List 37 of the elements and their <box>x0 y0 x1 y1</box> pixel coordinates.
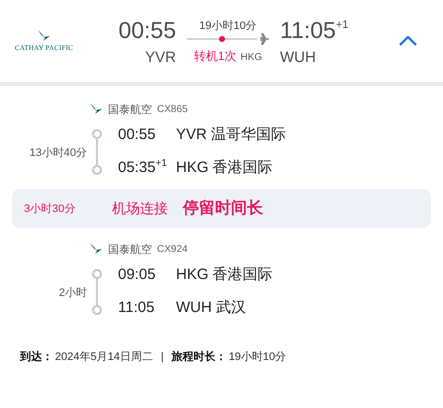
bird-logo-icon <box>89 243 103 255</box>
total-duration: 19小时10分 <box>199 18 257 32</box>
airline-name: 国泰航空 <box>108 242 152 256</box>
flight-number: CX924 <box>157 244 188 254</box>
arrival-label: 到达： <box>20 350 53 364</box>
total-duration-value: 19小时10分 <box>228 350 286 364</box>
arrival-date: 2024年5月14日周二 <box>55 350 153 364</box>
timeline-drawing <box>91 128 103 176</box>
day-offset: +1 <box>336 18 348 30</box>
transfer-type: 机场连接 <box>112 200 168 218</box>
transfer-note: 停留时间长 <box>183 198 263 219</box>
airport-name: WUH 武汉 <box>176 298 246 317</box>
separator: | <box>160 350 164 362</box>
bird-logo-icon <box>37 30 51 42</box>
day-offset: +1 <box>156 159 167 169</box>
stop-time: 00:55 <box>118 126 156 143</box>
arrival-code: WUH <box>280 48 316 66</box>
chevron-icon <box>399 36 417 46</box>
airport-name: YVR 温哥华国际 <box>176 125 286 144</box>
stop-count: 转机1次 <box>194 48 236 64</box>
airport-name: HKG 香港国际 <box>176 265 273 284</box>
arrival-time: 11:05 <box>280 16 336 42</box>
flight-duration: 2小时 <box>58 286 87 300</box>
flight-duration: 13小时40分 <box>28 146 87 160</box>
timeline-drawing <box>91 268 103 316</box>
transfer-duration: 3小时30分 <box>24 202 76 216</box>
stop-time: 05:35 <box>118 159 156 176</box>
total-duration-label: 旅程时长： <box>172 350 227 364</box>
stop-time: 09:05 <box>118 266 156 283</box>
flight-number: CX865 <box>157 104 188 114</box>
airport-name: HKG 香港国际 <box>176 158 273 177</box>
stop-code: HKG <box>240 52 262 62</box>
bird-logo-icon <box>89 103 103 115</box>
departure-code: YVR <box>145 48 176 66</box>
departure-time: 00:55 <box>118 16 176 42</box>
stop-time: 11:05 <box>118 299 154 316</box>
airline-name: 国泰航空 <box>108 102 152 116</box>
